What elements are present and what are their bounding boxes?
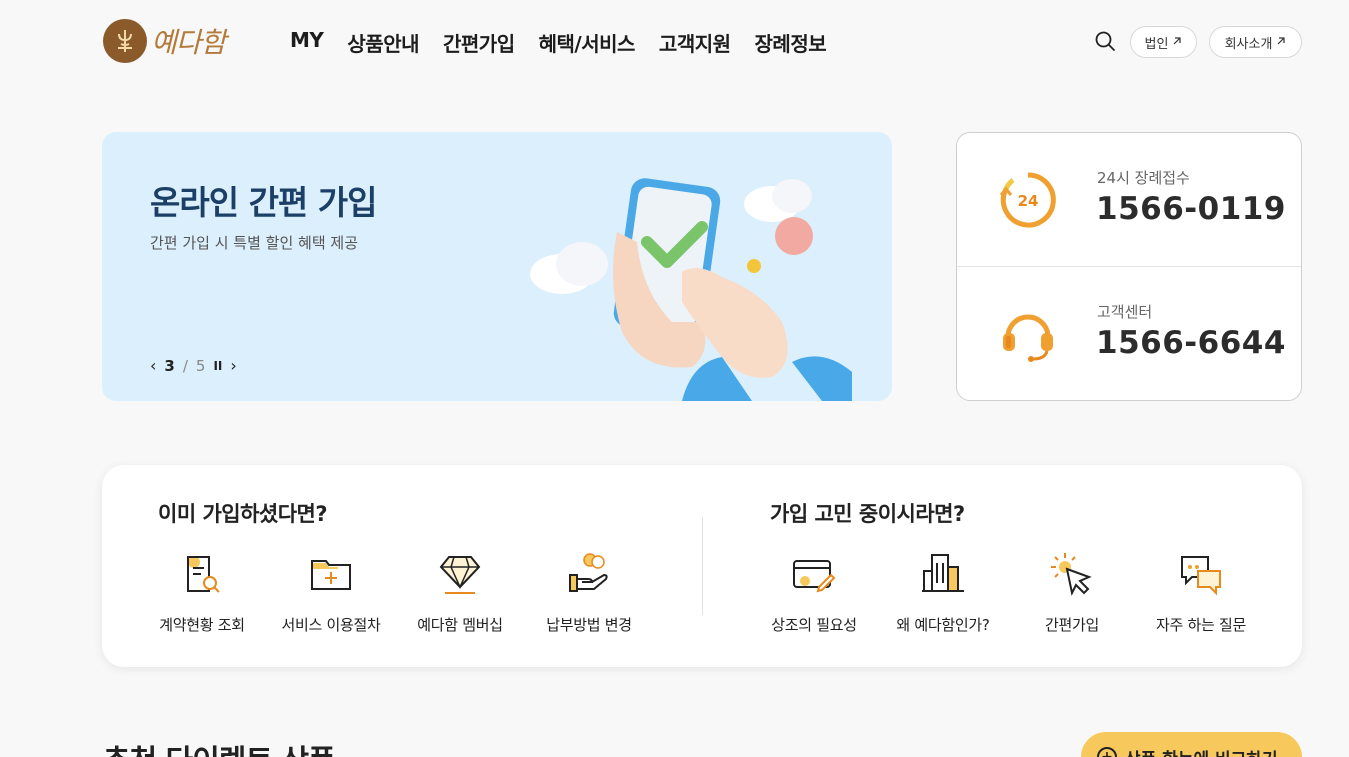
nav-item-funeral-info[interactable]: 장례정보 [755,28,827,57]
plus-circle-icon: + [1097,747,1117,757]
funeral-call-number[interactable]: 1566-0119 [1096,191,1286,227]
contact-card: 24 24시 장례접수 1566-0119 고객센터 1566-6644 [956,132,1302,401]
card-pen-icon [793,560,836,593]
customer-center-row[interactable]: 고객센터 1566-6644 [957,267,1301,401]
folder-plus-icon [311,560,351,590]
nav-item-easy-join[interactable]: 간편가입 [443,28,515,57]
quick-item-easy-join[interactable]: 간편가입 [1008,551,1136,635]
banner-subtitle: 간편 가입 시 특별 할인 혜택 제공 [150,234,359,252]
clock-24-icon: 24 [999,172,1056,228]
compare-products-button[interactable]: + 상품 한눈에 비교하기 [1081,732,1302,757]
funeral-call-row[interactable]: 24 24시 장례접수 1566-0119 [957,133,1301,267]
quick-item-faq[interactable]: 자주 하는 질문 [1137,551,1265,635]
quick-item-label: 간편가입 [1044,616,1099,634]
customer-center-label: 고객센터 [1097,303,1153,321]
cursor-click-icon [1051,553,1092,597]
company-intro-button[interactable]: 회사소개 [1209,26,1302,58]
quick-item-label: 왜 예다함인가? [896,616,990,634]
quick-item-membership[interactable]: 예다함 멤버십 [396,551,524,635]
members-section-title: 이미 가입하셨다면? [158,502,328,526]
recommended-products-title: 추천 다이렉트 상품 [103,736,336,757]
logo-text: 예다함 [151,26,226,59]
next-slide-button[interactable]: › [230,356,236,375]
nav-item-support[interactable]: 고객지원 [659,28,731,57]
main-nav: MY 상품안내 간편가입 혜택/서비스 고객지원 장례정보 [290,28,827,57]
customer-center-number[interactable]: 1566-6644 [1096,325,1286,361]
banner-title: 온라인 간편 가입 [150,183,377,222]
slide-separator: / [182,356,188,375]
quick-item-payment-method[interactable]: 납부방법 변경 [525,551,653,635]
document-search-icon [187,556,220,593]
quick-menu-panel: 이미 가입하셨다면? 가입 고민 중이시라면? 계약현황 조회 서비스 이용절차… [102,465,1302,667]
nav-item-my[interactable]: MY [290,28,324,57]
chat-bubbles-icon [1181,556,1221,596]
quick-item-label: 납부방법 변경 [546,616,632,634]
prospects-section-title: 가입 고민 중이시라면? [770,502,965,526]
quick-item-label: 자주 하는 질문 [1156,616,1246,634]
funeral-call-label: 24시 장례접수 [1097,169,1190,187]
clock-24-text: 24 [1018,192,1039,210]
phone-hand-illustration [530,178,852,401]
section-divider [702,517,703,615]
compare-products-label: 상품 한눈에 비교하기 [1125,745,1278,757]
building-icon [922,554,964,592]
corporate-button[interactable]: 법인 [1130,26,1197,58]
current-slide: 3 [164,356,175,375]
site-header: 예다함 MY 상품안내 간편가입 혜택/서비스 고객지원 장례정보 법인 회사소… [0,0,1349,84]
headset-icon [1003,314,1053,362]
diamond-icon [439,556,481,594]
quick-item-why-yedaham[interactable]: 왜 예다함인가? [879,551,1007,635]
quick-item-label: 계약현황 조회 [159,616,245,634]
quick-item-necessity[interactable]: 상조의 필요성 [750,551,878,635]
hero-banner[interactable]: 온라인 간편 가입 간편 가입 시 특별 할인 혜택 제공 ‹ 3 / 5 II… [102,132,892,401]
quick-item-service-process[interactable]: 서비스 이용절차 [267,551,395,635]
arrow-up-right-icon [1172,35,1182,50]
prev-slide-button[interactable]: ‹ [150,356,156,375]
quick-item-label: 예다함 멤버십 [417,616,503,634]
quick-item-label: 상조의 필요성 [771,616,857,634]
logo[interactable]: 예다함 [103,19,226,63]
company-intro-label: 회사소개 [1224,36,1273,52]
logo-emblem-icon [103,19,147,63]
quick-item-label: 서비스 이용절차 [281,616,381,634]
hand-coins-icon [569,553,608,592]
pause-button[interactable]: II [213,359,222,373]
corporate-label: 법인 [1144,36,1169,52]
arrow-up-right-icon [1276,35,1286,50]
total-slides: 5 [195,356,206,375]
quick-item-contract-status[interactable]: 계약현황 조회 [138,551,266,635]
nav-item-benefits[interactable]: 혜택/서비스 [539,28,636,57]
nav-item-products[interactable]: 상품안내 [347,28,419,57]
search-icon[interactable] [1094,30,1116,52]
banner-pager: ‹ 3 / 5 II › [150,356,237,375]
